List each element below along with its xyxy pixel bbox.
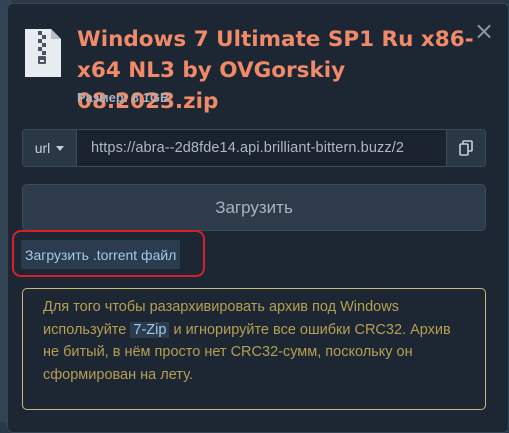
download-url-field[interactable]: https://abra--2d8fde14.api.brilliant-bit… bbox=[77, 130, 446, 166]
url-type-label: url bbox=[34, 140, 51, 156]
chevron-down-icon bbox=[56, 145, 65, 151]
download-button[interactable]: Загрузить bbox=[22, 184, 486, 231]
copy-button[interactable] bbox=[446, 130, 485, 166]
7zip-link[interactable]: 7-Zip bbox=[130, 321, 170, 338]
copy-icon bbox=[459, 140, 473, 156]
url-type-dropdown[interactable]: url bbox=[23, 130, 77, 166]
zip-file-icon bbox=[25, 29, 61, 77]
file-size-label: Размер: bbox=[77, 90, 129, 105]
download-torrent-link[interactable]: Загрузить .torrent файл bbox=[21, 240, 181, 269]
url-input-group: url https://abra--2d8fde14.api.brilliant… bbox=[22, 129, 486, 167]
file-size-value: 8.1GB bbox=[131, 90, 170, 105]
file-size: Размер: 8.1GB bbox=[77, 90, 169, 105]
extraction-notice: Для того чтобы разархивировать архив под… bbox=[22, 288, 486, 410]
